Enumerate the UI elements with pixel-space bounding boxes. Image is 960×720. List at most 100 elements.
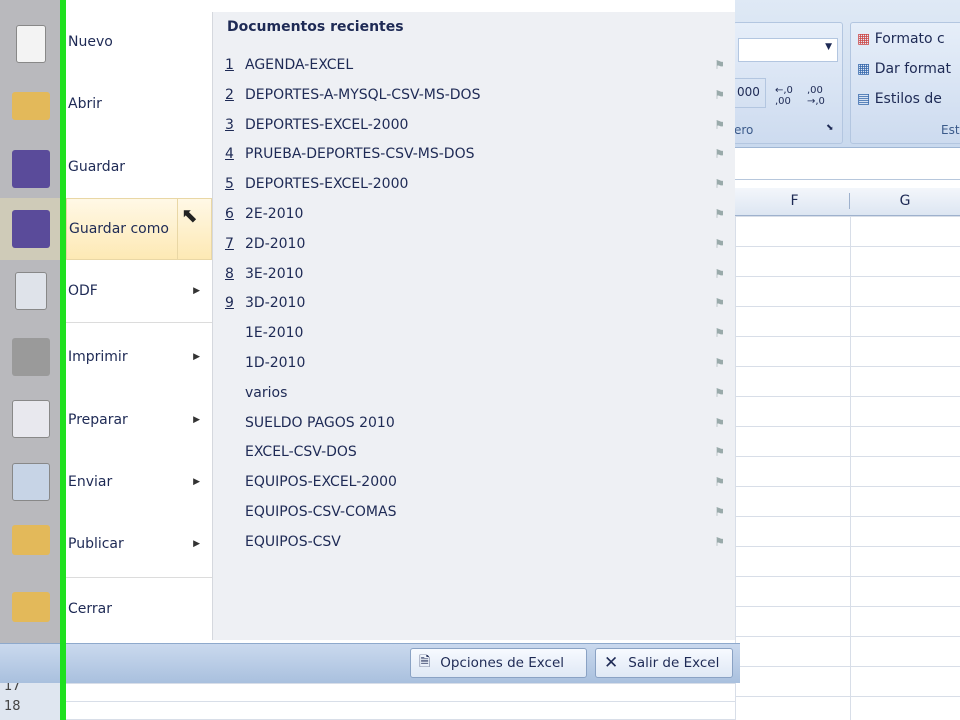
recent-document-item[interactable]: 1D-2010 ⚑: [225, 350, 725, 376]
green-marker-line: [60, 0, 66, 720]
column-header-g[interactable]: G: [850, 193, 960, 209]
pin-icon[interactable]: ⚑: [714, 505, 725, 519]
publish-icon: [12, 525, 50, 555]
pin-icon[interactable]: ⚑: [714, 177, 725, 191]
odf-icon: [15, 272, 47, 310]
format-as-table-button[interactable]: ▦ Dar format: [857, 61, 951, 77]
item-number: 5: [225, 176, 234, 193]
document-name: 2E-2010: [245, 206, 304, 222]
label: Guardar: [68, 159, 126, 175]
menu-item-preparar[interactable]: Preparar ▶: [66, 390, 212, 450]
pin-icon[interactable]: ⚑: [714, 147, 725, 161]
pin-icon[interactable]: ⚑: [714, 58, 725, 72]
excel-options-button[interactable]: 🗎 Opciones de Excel: [410, 648, 587, 678]
submenu-arrow-icon: ▶: [193, 286, 200, 296]
menu-item-odf[interactable]: ODF ▶: [66, 261, 212, 321]
pin-icon[interactable]: ⚑: [714, 386, 725, 400]
document-name: SUELDO PAGOS 2010: [245, 414, 395, 431]
menu-footer: 🗎 Opciones de Excel ✕ Salir de Excel: [0, 643, 740, 683]
number-group: ▼ 000 ←,0 ,00 ,00 →,0 ero ⬊: [733, 22, 843, 144]
recent-document-item[interactable]: 8 3E-2010 ⚑: [225, 261, 725, 287]
document-name: 3E-2010: [245, 265, 304, 282]
close-x-icon: ✕: [604, 653, 619, 673]
pin-icon[interactable]: ⚑: [714, 445, 725, 459]
recent-document-item[interactable]: 3 DEPORTES-EXCEL-2000 ⚑: [225, 112, 725, 138]
document-name: varios: [245, 384, 288, 401]
chevron-down-icon: ▼: [825, 42, 832, 52]
group-label-number: ero: [734, 123, 754, 137]
label: Abrir: [68, 96, 102, 112]
prepare-icon: [12, 400, 50, 438]
label: ODF: [68, 283, 98, 299]
recent-document-item[interactable]: 6 2E-2010 ⚑: [225, 201, 725, 227]
ribbon: ▼ 000 ←,0 ,00 ,00 →,0 ero ⬊ ▦ Formato c …: [733, 0, 960, 148]
number-format-dropdown[interactable]: ▼: [738, 38, 838, 62]
menu-item-guardar[interactable]: Guardar: [66, 137, 212, 197]
document-name: DEPORTES-EXCEL-2000: [245, 116, 409, 133]
pin-icon[interactable]: ⚑: [714, 88, 725, 102]
label: Preparar: [68, 412, 128, 428]
menu-item-imprimir[interactable]: Imprimir ▶: [66, 327, 212, 387]
pin-icon[interactable]: ⚑: [714, 267, 725, 281]
cell-grid-bottom[interactable]: [66, 683, 736, 720]
increase-decimal-button[interactable]: ←,0 ,00: [774, 78, 806, 108]
recent-document-item[interactable]: varios ⚑: [225, 380, 725, 406]
recent-document-item[interactable]: EXCEL-CSV-DOS ⚑: [225, 439, 725, 465]
options-document-icon: 🗎: [419, 654, 431, 670]
pin-icon[interactable]: ⚑: [714, 118, 725, 132]
document-name: EXCEL-CSV-DOS: [245, 444, 357, 461]
recent-document-item[interactable]: 2 DEPORTES-A-MYSQL-CSV-MS-DOS ⚑: [225, 82, 725, 108]
item-number: 7: [225, 235, 234, 252]
save-icon: [12, 150, 50, 188]
recent-documents-title: Documentos recientes: [227, 19, 404, 35]
conditional-format-button[interactable]: ▦ Formato c: [857, 31, 945, 47]
pin-icon[interactable]: ⚑: [714, 535, 725, 549]
pin-icon[interactable]: ⚑: [714, 207, 725, 221]
document-name: 2D-2010: [245, 235, 306, 252]
item-number: 6: [225, 206, 234, 222]
label: Formato c: [874, 31, 945, 47]
row-header-18[interactable]: 18: [4, 699, 21, 714]
dialog-launcher-icon[interactable]: ⬊: [826, 123, 834, 133]
menu-item-cerrar[interactable]: Cerrar: [66, 579, 212, 639]
conditional-format-icon: ▦: [857, 31, 871, 47]
recent-document-item[interactable]: 4 PRUEBA-DEPORTES-CSV-MS-DOS ⚑: [225, 141, 725, 167]
submenu-arrow-icon: ▶: [193, 477, 200, 487]
pin-icon[interactable]: ⚑: [714, 326, 725, 340]
thousands-button[interactable]: 000: [734, 78, 766, 108]
cell-grid[interactable]: [735, 216, 960, 720]
pin-icon[interactable]: ⚑: [714, 296, 725, 310]
exit-excel-button[interactable]: ✕ Salir de Excel: [595, 648, 733, 678]
label: Salir de Excel: [628, 655, 720, 671]
document-name: AGENDA-EXCEL: [245, 57, 354, 73]
menu-item-nuevo[interactable]: Nuevo: [66, 12, 212, 72]
submenu-arrow-icon: ▶: [193, 415, 200, 425]
pin-icon[interactable]: ⚑: [714, 416, 725, 430]
recent-document-item[interactable]: EQUIPOS-EXCEL-2000 ⚑: [225, 469, 725, 495]
menu-item-abrir[interactable]: Abrir: [66, 74, 212, 134]
pin-icon[interactable]: ⚑: [714, 475, 725, 489]
cell-styles-button[interactable]: ▤ Estilos de: [857, 91, 942, 107]
menu-item-guardar-como[interactable]: Guardar como ⬉: [66, 198, 212, 260]
recent-document-item[interactable]: 9 3D-2010 ⚑: [225, 290, 725, 316]
menu-item-publicar[interactable]: Publicar ▶: [66, 514, 212, 574]
label: Publicar: [68, 536, 124, 552]
recent-document-item[interactable]: 1E-2010 ⚑: [225, 320, 725, 346]
recent-document-item[interactable]: SUELDO PAGOS 2010 ⚑: [225, 410, 725, 436]
decrease-decimal-button[interactable]: ,00 →,0: [806, 78, 838, 108]
document-name: PRUEBA-DEPORTES-CSV-MS-DOS: [245, 146, 475, 163]
menu-item-enviar[interactable]: Enviar ▶: [66, 452, 212, 512]
pin-icon[interactable]: ⚑: [714, 356, 725, 370]
table-icon: ▦: [857, 61, 871, 77]
column-headers: F G: [735, 188, 960, 216]
pin-icon[interactable]: ⚑: [714, 237, 725, 251]
recent-document-item[interactable]: EQUIPOS-CSV ⚑: [225, 529, 725, 555]
submenu-arrow-icon: ▶: [193, 352, 200, 362]
recent-document-item[interactable]: 1 AGENDA-EXCEL ⚑: [225, 52, 725, 78]
item-number: 9: [225, 295, 234, 312]
recent-document-item[interactable]: EQUIPOS-CSV-COMAS ⚑: [225, 499, 725, 525]
recent-document-item[interactable]: 5 DEPORTES-EXCEL-2000 ⚑: [225, 171, 725, 197]
recent-document-item[interactable]: 7 2D-2010 ⚑: [225, 231, 725, 257]
column-header-f[interactable]: F: [740, 193, 850, 209]
formula-bar[interactable]: [735, 150, 960, 180]
